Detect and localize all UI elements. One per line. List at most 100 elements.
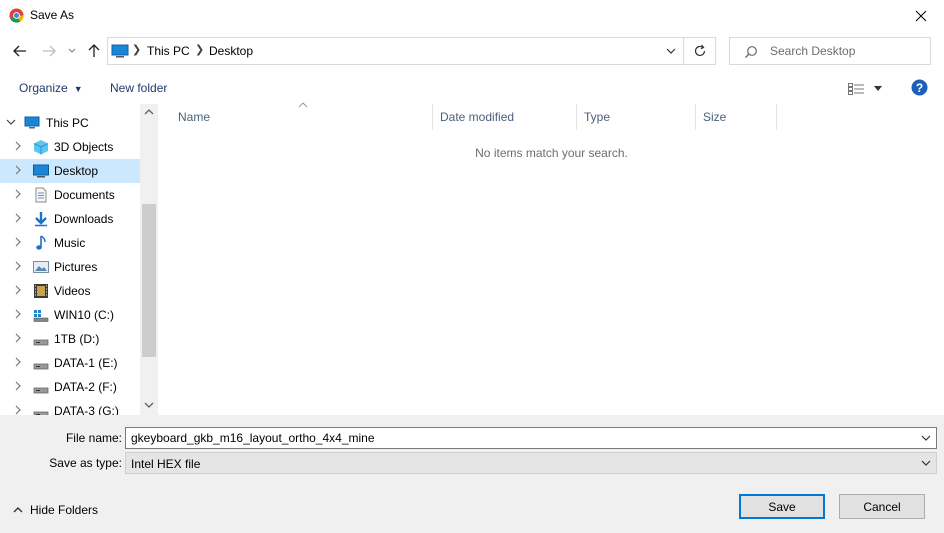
tree-item-downloads[interactable]: Downloads <box>0 207 140 231</box>
tree-item-data-2-f[interactable]: DATA-2 (F:) <box>0 375 140 399</box>
back-button[interactable] <box>9 40 31 62</box>
chevron-down-icon[interactable] <box>665 44 677 58</box>
tree-item-label: Pictures <box>54 260 98 274</box>
save-button[interactable]: Save <box>739 494 825 519</box>
save-as-type-value: Intel HEX file <box>131 457 201 471</box>
organize-label: Organize <box>19 81 68 95</box>
arrow-up-icon <box>88 44 100 57</box>
hide-folders-label: Hide Folders <box>30 503 99 517</box>
save-as-type-select[interactable]: Intel HEX file <box>125 452 937 474</box>
search-box[interactable]: Search Desktop <box>729 37 931 65</box>
help-icon[interactable]: ? <box>911 79 928 96</box>
tree-item-3d-objects[interactable]: 3D Objects <box>0 135 140 159</box>
chevron-right-icon[interactable] <box>13 165 23 178</box>
column-label: Type <box>584 110 611 124</box>
chevron-right-icon[interactable] <box>13 357 23 370</box>
chevron-right-icon[interactable] <box>13 213 23 226</box>
search-icon <box>745 46 757 58</box>
save-as-type-label: Save as type: <box>49 456 122 470</box>
tree-item-data-1-e[interactable]: DATA-1 (E:) <box>0 351 140 375</box>
chevron-right-icon[interactable] <box>13 261 23 274</box>
organize-button[interactable]: Organize ▼ <box>19 81 83 95</box>
close-button[interactable] <box>898 0 944 32</box>
system-drive-icon <box>33 310 49 322</box>
column-header-type[interactable]: Type <box>577 104 696 130</box>
new-folder-button[interactable]: New folder <box>110 81 167 95</box>
tree-item-videos[interactable]: Videos <box>0 279 140 303</box>
tree-item-win10-c[interactable]: WIN10 (C:) <box>0 303 140 327</box>
address-bar[interactable]: ❯ This PC ❯ Desktop <box>107 37 684 65</box>
recent-locations-button[interactable] <box>63 40 81 62</box>
arrow-left-icon <box>13 45 26 57</box>
column-label: Size <box>703 110 727 124</box>
caret-down-icon: ▼ <box>73 84 83 94</box>
cube-icon <box>33 140 49 155</box>
navigation-scrollbar[interactable] <box>140 104 158 415</box>
file-list[interactable]: Name Date modified Type Size No items ma… <box>159 102 944 415</box>
chevron-right-icon[interactable] <box>13 237 23 250</box>
tree-item-label: DATA-3 (G:) <box>54 404 119 415</box>
tree-item-label: 3D Objects <box>54 140 114 154</box>
tree-item-label: Videos <box>54 284 91 298</box>
tree-item-label: Downloads <box>54 212 114 226</box>
change-view-button[interactable] <box>848 80 886 98</box>
tree-item-1tb-d[interactable]: 1TB (D:) <box>0 327 140 351</box>
navigation-pane[interactable]: This PC 3D Objects Desktop Documents Dow <box>0 104 158 415</box>
column-header-size[interactable]: Size <box>696 104 777 130</box>
picture-icon <box>33 261 49 273</box>
tree-item-data-3-g[interactable]: DATA-3 (G:) <box>0 399 140 415</box>
tree-item-desktop[interactable]: Desktop <box>0 159 140 183</box>
chevron-right-icon[interactable] <box>13 141 23 154</box>
desktop-icon <box>33 164 49 178</box>
file-name-combobox[interactable] <box>125 427 937 449</box>
chevron-down-icon[interactable] <box>921 432 931 444</box>
chevron-expanded-icon[interactable] <box>6 117 16 130</box>
caret-down-icon <box>874 86 882 91</box>
tree-item-music[interactable]: Music <box>0 231 140 255</box>
download-icon <box>35 212 47 227</box>
video-icon <box>34 284 48 298</box>
chevron-up-icon <box>13 507 23 513</box>
forward-button[interactable] <box>38 40 60 62</box>
chevron-right-icon[interactable] <box>13 381 23 394</box>
scroll-down-icon[interactable] <box>144 401 154 412</box>
column-header-name[interactable]: Name <box>171 104 433 130</box>
chevron-right-icon[interactable] <box>13 405 23 415</box>
music-note-icon <box>36 235 46 250</box>
chevron-right-icon[interactable] <box>13 189 23 202</box>
column-header-date-modified[interactable]: Date modified <box>433 104 577 130</box>
chevron-right-icon[interactable] <box>13 333 23 346</box>
breadcrumb-desktop[interactable]: Desktop <box>209 44 253 58</box>
cancel-button[interactable]: Cancel <box>839 494 925 519</box>
tree-item-label: Documents <box>54 188 115 202</box>
document-icon <box>35 187 47 203</box>
chevron-right-icon[interactable] <box>13 309 23 322</box>
computer-icon <box>111 44 129 58</box>
drive-icon <box>33 411 49 415</box>
chevron-right-icon[interactable] <box>13 285 23 298</box>
tree-item-pictures[interactable]: Pictures <box>0 255 140 279</box>
close-icon <box>915 10 927 22</box>
tree-item-this-pc[interactable]: This PC <box>0 111 140 135</box>
empty-message: No items match your search. <box>475 146 628 160</box>
drive-icon <box>33 363 49 370</box>
hide-folders-button[interactable]: Hide Folders <box>13 503 98 517</box>
arrow-right-icon <box>43 45 56 57</box>
file-name-input[interactable] <box>131 430 911 446</box>
scroll-up-icon[interactable] <box>144 108 154 119</box>
chevron-down-icon <box>921 460 931 466</box>
tree-item-documents[interactable]: Documents <box>0 183 140 207</box>
svg-text:?: ? <box>916 81 923 95</box>
scroll-thumb[interactable] <box>142 204 156 357</box>
drive-icon <box>33 387 49 394</box>
save-form: File name: Save as type: Intel HEX file … <box>0 415 944 533</box>
chrome-icon <box>9 8 24 23</box>
breadcrumb-this-pc[interactable]: This PC <box>147 44 190 58</box>
tree-item-label: This PC <box>46 116 89 130</box>
up-button[interactable] <box>83 40 105 62</box>
refresh-button[interactable] <box>684 37 716 65</box>
tree-item-label: Desktop <box>54 164 99 178</box>
refresh-icon <box>694 44 705 57</box>
drive-icon <box>33 339 49 346</box>
computer-icon <box>24 116 40 129</box>
